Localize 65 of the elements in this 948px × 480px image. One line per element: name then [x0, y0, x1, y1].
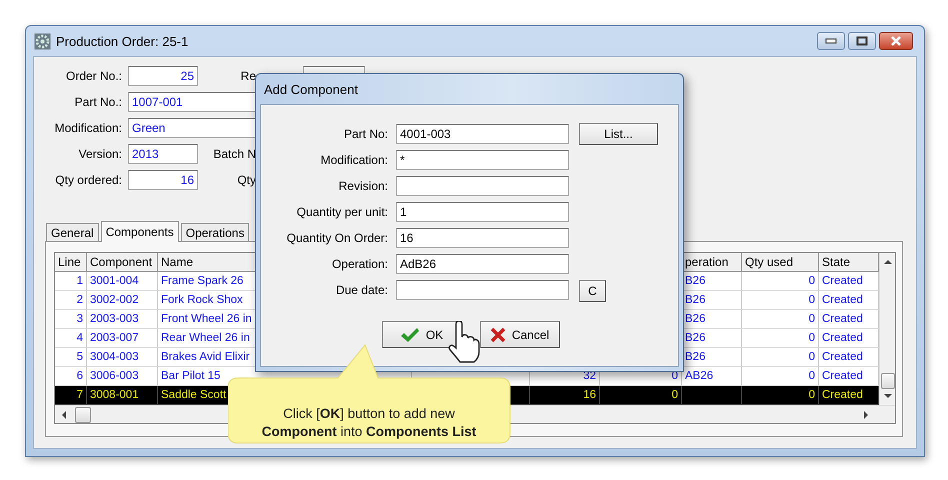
table-cell: 0: [808, 294, 815, 306]
field-label: Qty: [236, 173, 256, 187]
table-cell: B26: [685, 275, 706, 287]
table-cell: 3008-001: [90, 389, 139, 401]
table-cell: B26: [685, 351, 706, 363]
table-cell: 16: [583, 389, 596, 401]
table-cell: 0: [808, 351, 815, 363]
window-title: Production Order: 25-1: [56, 34, 188, 48]
table-cell: 5: [76, 351, 83, 363]
table-cell: Created: [822, 389, 863, 401]
table-cell: 4: [76, 332, 83, 344]
field-label: Due date:: [334, 282, 388, 299]
table-cell: Created: [822, 275, 863, 287]
table-cell: B26: [685, 332, 706, 344]
table-cell: 2: [76, 294, 83, 306]
table-cell: 3006-003: [90, 370, 139, 382]
table-cell: 0: [808, 389, 815, 401]
column-header: Component: [87, 253, 158, 272]
table-cell: 3001-004: [90, 275, 139, 287]
table-cell: Front Wheel 26 in: [161, 313, 252, 325]
field-label: Part No.:: [74, 95, 123, 109]
field-label: Quantity per unit:: [296, 204, 388, 221]
table-cell: Fork Rock Shox: [161, 294, 243, 306]
field-label: Order No.:: [64, 69, 123, 83]
column-header: peration: [682, 253, 742, 272]
column-header: Line: [55, 253, 87, 272]
field-label: Modification:: [320, 152, 388, 169]
table-cell: 0: [808, 275, 815, 287]
field-label: Revision:: [338, 178, 388, 195]
field-label: Modification:: [54, 121, 123, 135]
column-header: State: [819, 253, 879, 272]
column-header: Qty used: [742, 253, 819, 272]
field-label: Operation:: [330, 256, 388, 273]
table-cell: Frame Spark 26: [161, 275, 244, 287]
table-cell: Created: [822, 294, 863, 306]
table-cell: Created: [822, 370, 863, 382]
table-cell: B26: [685, 294, 706, 306]
table-cell: 0: [672, 389, 678, 401]
table-cell: 3004-003: [90, 351, 139, 363]
table-cell: B26: [685, 313, 706, 325]
table-cell: 2003-003: [90, 313, 139, 325]
table-cell: 0: [808, 370, 815, 382]
table-cell: 2003-007: [90, 332, 139, 344]
table-cell: Created: [822, 351, 863, 363]
table-cell: Bar Pilot 15: [161, 370, 220, 382]
field-label: Re: [240, 69, 256, 83]
table-cell: 3002-002: [90, 294, 139, 306]
table-cell: 7: [76, 389, 83, 401]
table-cell: Created: [822, 332, 863, 344]
field-label: Part No:: [342, 126, 388, 143]
field-label: Batch N: [212, 147, 256, 161]
table-cell: Rear Wheel 26 in: [161, 332, 250, 344]
field-label: Quantity On Order:: [286, 230, 388, 247]
table-cell: 3: [76, 313, 83, 325]
field-label: Qty ordered:: [54, 173, 123, 187]
table-cell: Created: [822, 313, 863, 325]
table-cell: 1: [76, 275, 83, 287]
table-cell: Brakes Avid Elixir: [161, 351, 250, 363]
tooltip-text: Click [OK] button to add new Component into Components List: [262, 405, 476, 441]
table-cell: Saddle Scott: [161, 389, 226, 401]
table-cell: 0: [808, 313, 815, 325]
table-cell: 0: [808, 332, 815, 344]
table-cell: 6: [76, 370, 83, 382]
field-label: Version:: [78, 147, 123, 161]
table-cell: AB26: [685, 370, 714, 382]
